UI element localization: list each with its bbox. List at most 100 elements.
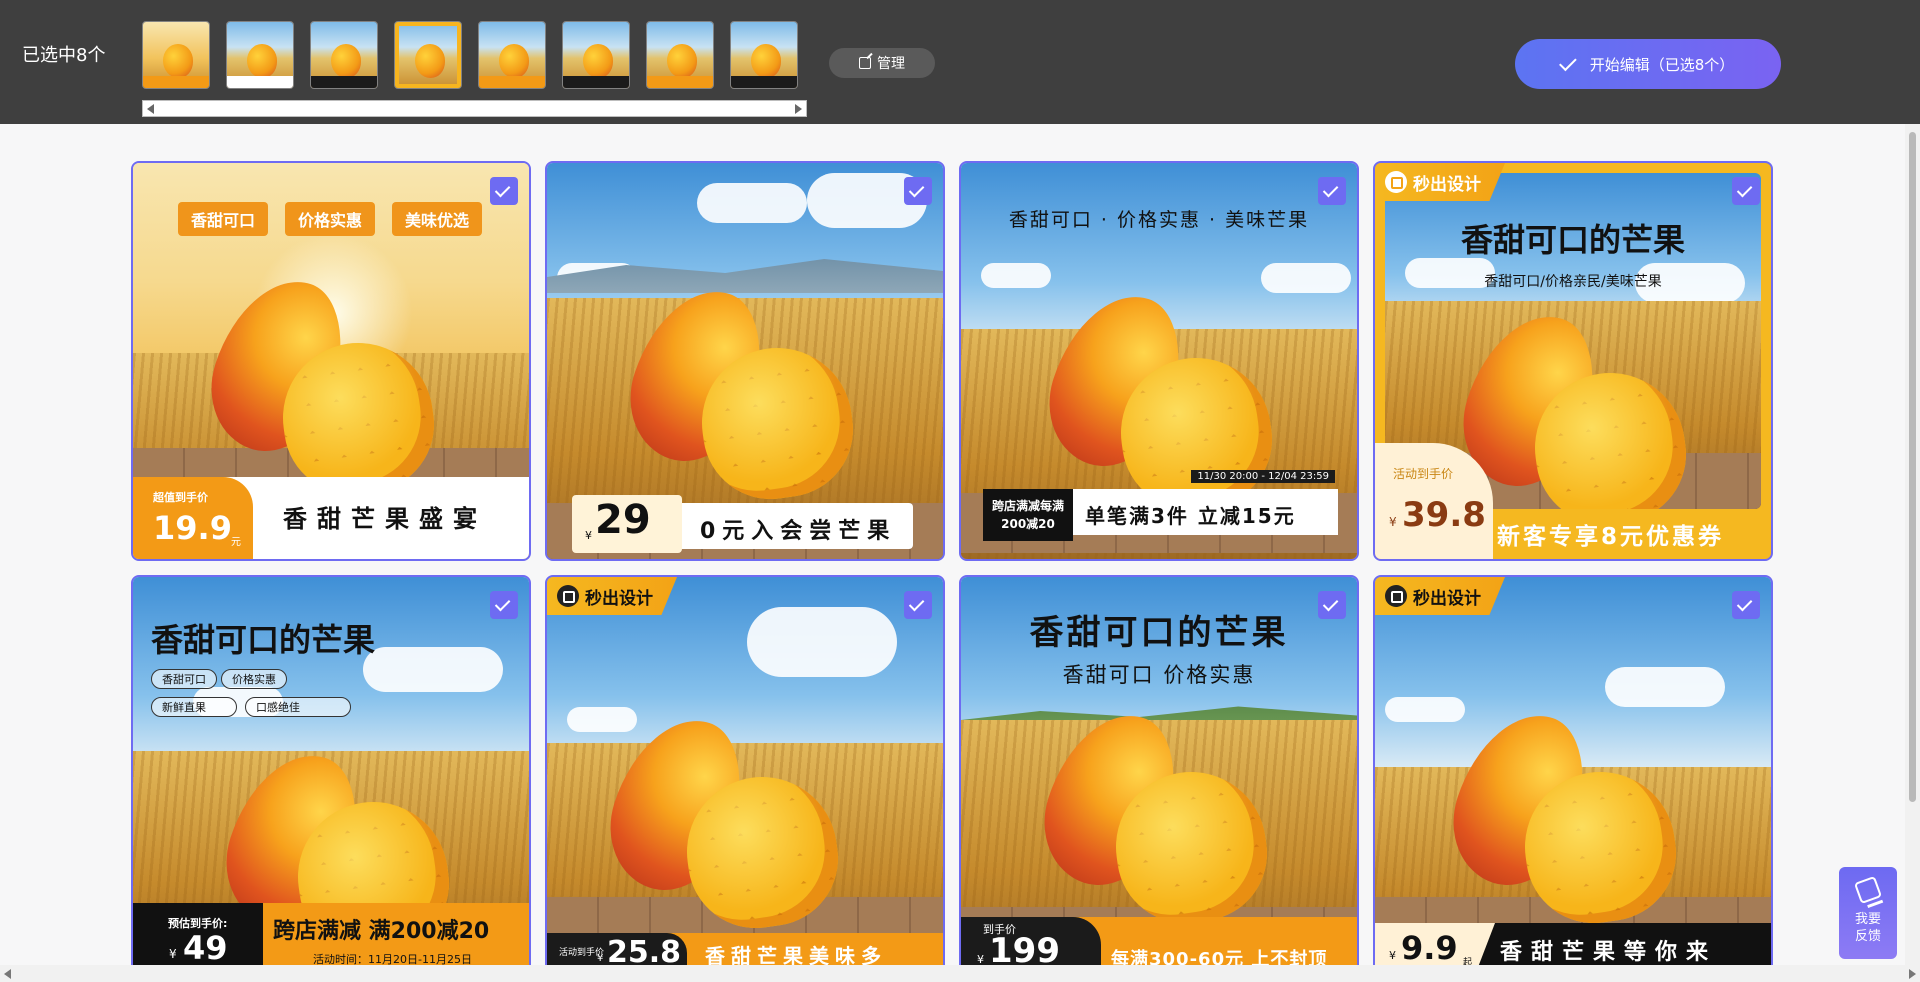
poster-subtitle: 香甜可口 价格实惠 (1062, 663, 1256, 687)
feature-pill: 价格实惠 (285, 202, 376, 236)
thumbnail[interactable] (394, 21, 462, 89)
check-icon (1322, 181, 1339, 198)
check-icon (908, 595, 925, 612)
promo-badge: 跨店满减每满200减20 (983, 489, 1073, 541)
check-icon (494, 181, 511, 198)
poster-card[interactable]: ¥ 29 0元入会尝芒果 (545, 161, 945, 561)
currency: ¥ (1389, 515, 1397, 529)
feature-tag: 价格实惠 (221, 669, 287, 689)
start-editing-button[interactable]: 开始编辑（已选8个） (1515, 39, 1781, 89)
price-band: 跨店满减每满200减20 单笔满3件 立减15元 (961, 479, 1357, 559)
scroll-left-icon[interactable] (147, 104, 154, 114)
thumbnail-strip (142, 21, 798, 89)
price: 49 (183, 929, 228, 967)
scrollbar-thumb[interactable] (1909, 132, 1916, 802)
price-caption: 活动到手价 (1393, 467, 1454, 481)
brand-logo-icon (1385, 171, 1407, 193)
brand-name: 秒出设计 (585, 588, 653, 609)
price-band: 超值到手价 19.9 元 香甜芒果盛宴 (133, 477, 529, 559)
scroll-right-icon[interactable] (1909, 969, 1916, 979)
slogan: 新客专享8元优惠券 (1497, 524, 1725, 550)
feature-tag: 香甜可口 (151, 669, 217, 689)
thumbnail[interactable] (730, 21, 798, 89)
price-badge: 活动到手价 ¥ 39.8 (1375, 443, 1493, 559)
selected-checkbox[interactable] (490, 177, 518, 205)
thumbnail[interactable] (646, 21, 714, 89)
selected-checkbox[interactable] (1318, 177, 1346, 205)
scroll-right-icon[interactable] (795, 104, 802, 114)
poster-image (1375, 577, 1771, 973)
brand-logo-icon (1385, 585, 1407, 607)
top-bar: 已选中8个 管理 开始编辑（已选8个） (0, 0, 1920, 124)
check-icon (1558, 53, 1577, 71)
thumbnail[interactable] (562, 21, 630, 89)
selected-checkbox[interactable] (904, 177, 932, 205)
feedback-label-line2: 反馈 (1854, 929, 1881, 944)
selected-checkbox[interactable] (1318, 591, 1346, 619)
price-caption: 超值到手价 (153, 491, 208, 504)
poster-title: 香甜可口的芒果 (1029, 613, 1289, 653)
poster-card[interactable]: 秒出设计 香甜可口的芒果 香甜可口/价格亲民/美味芒果 活动到手价 ¥ 39.8… (1373, 161, 1773, 561)
brand-tag: 秒出设计 (1375, 163, 1505, 201)
price-band: ¥ 29 0元入会尝芒果 (547, 491, 943, 559)
thumbnail[interactable] (478, 21, 546, 89)
brand-tag: 秒出设计 (1375, 577, 1505, 615)
vertical-scrollbar[interactable] (1905, 124, 1920, 965)
thumbnail[interactable] (226, 21, 294, 89)
price: 19.9 (153, 509, 232, 547)
horizontal-scrollbar[interactable] (0, 965, 1920, 982)
brand-tag: 秒出设计 (547, 577, 677, 615)
price: 29 (595, 497, 651, 543)
thumbnail[interactable] (142, 21, 210, 89)
feature-pill: 美味优选 (392, 202, 483, 236)
feature-tag: 口感绝佳 (245, 697, 351, 717)
start-editing-label: 开始编辑（已选8个） (1589, 55, 1735, 74)
feedback-label-line1: 我要 (1854, 912, 1881, 927)
currency: ¥ (169, 947, 177, 961)
selected-checkbox[interactable] (1732, 591, 1760, 619)
brand-name: 秒出设计 (1413, 588, 1481, 609)
check-icon (908, 181, 925, 198)
selected-checkbox[interactable] (1732, 177, 1760, 205)
currency: ¥ (597, 953, 604, 964)
check-icon (1736, 595, 1753, 612)
poster-image (547, 577, 943, 973)
check-icon (494, 595, 511, 612)
slogan: 0元入会尝芒果 (682, 503, 913, 549)
selected-checkbox[interactable] (490, 591, 518, 619)
check-icon (1322, 595, 1339, 612)
brand-logo-icon (557, 585, 579, 607)
slogan: 单笔满3件 立减15元 (1073, 489, 1338, 535)
selected-checkbox[interactable] (904, 591, 932, 619)
price: 9.9 (1401, 929, 1458, 967)
selected-count: 已选中8个 (22, 45, 106, 66)
headline: 香甜可口 · 价格实惠 · 美味芒果 (1008, 209, 1310, 231)
feedback-icon (1853, 875, 1883, 905)
currency: ¥ (585, 529, 592, 542)
poster-card[interactable]: 香甜可口 价格实惠 美味优选 超值到手价 19.9 元 香甜芒果盛宴 (131, 161, 531, 561)
feature-tag: 新鲜直果 (151, 697, 237, 717)
poster-card[interactable]: 秒出设计 活动到手价 ¥ 25.8 香甜芒果美味多 (545, 575, 945, 975)
edit-icon (859, 57, 871, 69)
feature-pill: 香甜可口 (178, 202, 269, 236)
scroll-left-icon[interactable] (4, 969, 11, 979)
manage-label: 管理 (877, 56, 905, 72)
poster-card[interactable]: 香甜可口 · 价格实惠 · 美味芒果 11/30 20:00 - 12/04 2… (959, 161, 1359, 561)
poster-title: 香甜可口的芒果 (1460, 221, 1685, 259)
slogan: 香甜芒果盛宴 (283, 505, 487, 533)
poster-title: 香甜可口的芒果 (151, 621, 376, 659)
check-icon (1736, 181, 1753, 198)
manage-button[interactable]: 管理 (829, 48, 935, 78)
poster-grid: 香甜可口 价格实惠 美味优选 超值到手价 19.9 元 香甜芒果盛宴 ¥ 29 (131, 161, 1773, 975)
slogan: 跨店满减 满200减20 (273, 919, 490, 944)
thumbnail-scrollbar[interactable] (142, 100, 807, 117)
poster-card[interactable]: 香甜可口的芒果 香甜可口 价格实惠 新鲜直果 口感绝佳 预估到手价: ¥ 49 … (131, 575, 531, 975)
poster-card[interactable]: 香甜可口的芒果 香甜可口 价格实惠 到手价 ¥ 199 每满300-60元 上不… (959, 575, 1359, 975)
thumbnail[interactable] (310, 21, 378, 89)
feedback-button[interactable]: 我要 反馈 (1839, 867, 1897, 959)
price: 39.8 (1402, 495, 1486, 535)
poster-card[interactable]: 秒出设计 ¥ 9.9 起 香甜芒果等你来 (1373, 575, 1773, 975)
price-unit: 元 (231, 537, 241, 548)
poster-subtitle: 香甜可口/价格亲民/美味芒果 (1484, 274, 1662, 290)
price-band: 预估到手价: ¥ 49 跨店满减 满200减20 活动时间：11月20日-11月… (133, 903, 529, 973)
